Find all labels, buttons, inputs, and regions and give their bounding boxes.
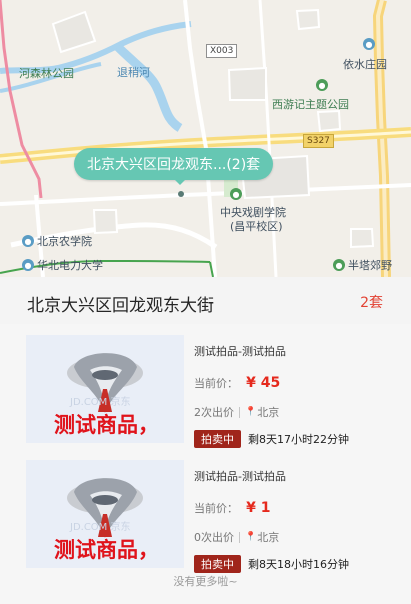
park-icon: ● [333, 259, 345, 271]
listing-count: 2套 [360, 295, 383, 311]
road-tag-x003: X003 [206, 44, 238, 58]
bid-count: 0次出价 [194, 531, 234, 544]
status-row: 拍卖中 剩8天18小时16分钟 [194, 555, 349, 573]
countdown-text: 剩8天18小时16分钟 [248, 558, 349, 571]
meta-divider [239, 531, 240, 543]
map-label-agri: 北京农学院 [37, 235, 92, 248]
location-pin-icon [178, 191, 184, 197]
map-label-river: 退稍河 [117, 66, 150, 79]
meta-row: 0次出价 📍 北京 [194, 529, 279, 545]
map-label-xiyouji: 西游记主题公园 [272, 98, 349, 111]
price-row: 当前价： ¥ 1 [194, 497, 270, 516]
auction-item[interactable]: JD.COM 京东 测试商品， 测试拍品-测试拍品 当前价： ¥ 1 0次出价 … [0, 460, 411, 573]
poi-drama-marker[interactable]: ● [230, 188, 242, 200]
item-location: 北京 [257, 531, 280, 544]
price-label: 当前价： [194, 502, 238, 515]
product-image[interactable]: JD.COM 京东 测试商品， [26, 335, 184, 443]
image-watermark: JD.COM 京东 [70, 522, 131, 533]
road-tag-s327: S327 [303, 134, 334, 148]
item-title: 测试拍品-测试拍品 [194, 470, 286, 483]
image-caption: 测试商品， [54, 412, 159, 437]
current-price: ¥ 45 [246, 375, 281, 391]
item-title: 测试拍品-测试拍品 [194, 345, 286, 358]
location-icon: 📍 [245, 407, 257, 417]
countdown-text: 剩8天17小时22分钟 [248, 433, 349, 446]
current-price: ¥ 1 [246, 500, 271, 516]
location-icon: 📍 [245, 532, 257, 542]
hotel-icon: ● [363, 38, 375, 50]
auction-item[interactable]: JD.COM 京东 测试商品， 测试拍品-测试拍品 当前价： ¥ 45 2次出价… [0, 335, 411, 448]
price-label: 当前价： [194, 377, 238, 390]
item-location: 北京 [257, 406, 280, 419]
image-caption: 测试商品， [54, 537, 159, 562]
no-more-text: 没有更多啦~ [173, 575, 238, 588]
location-bubble[interactable]: 北京大兴区回龙观东...(2)套 [74, 148, 274, 180]
map-label-power: 华北电力大学 [37, 259, 103, 272]
auction-status-badge: 拍卖中 [194, 430, 241, 448]
image-watermark: JD.COM 京东 [70, 397, 131, 408]
bid-count: 2次出价 [194, 406, 234, 419]
map-label-yishui: 依水庄园 [343, 58, 387, 71]
auction-status-badge: 拍卖中 [194, 555, 241, 573]
park-icon: ● [316, 79, 328, 91]
status-row: 拍卖中 剩8天17小时22分钟 [194, 430, 349, 448]
list-header: 北京大兴区回龙观东大街 2套 [0, 277, 411, 324]
meta-row: 2次出价 📍 北京 [194, 404, 279, 420]
map-view[interactable]: X003 S327 河森林公园 退稍河 ● 依水庄园 ● 西游记主题公园 ● ●… [0, 0, 411, 277]
poi-xiyouji[interactable]: ● [316, 79, 328, 91]
school-icon: ● [230, 188, 242, 200]
poi-yishui[interactable]: ● [363, 38, 375, 50]
poi-power[interactable]: ● 华北电力大学 [22, 257, 103, 273]
price-row: 当前价： ¥ 45 [194, 372, 280, 391]
school-icon: ● [22, 235, 34, 247]
map-label-drama-campus: (昌平校区) [230, 220, 283, 233]
poi-agri[interactable]: ● 北京农学院 [22, 233, 92, 249]
poi-banta[interactable]: ● 半塔郊野 [333, 257, 392, 273]
auction-list: JD.COM 京东 测试商品， 测试拍品-测试拍品 当前价： ¥ 45 2次出价… [0, 324, 411, 604]
map-label-forest-park: 河森林公园 [19, 67, 74, 80]
meta-divider [239, 406, 240, 418]
auction-map-page: X003 S327 河森林公园 退稍河 ● 依水庄园 ● 西游记主题公园 ● ●… [0, 0, 411, 604]
product-image[interactable]: JD.COM 京东 测试商品， [26, 460, 184, 568]
bubble-arrow [174, 179, 186, 185]
school-icon: ● [22, 259, 34, 271]
map-label-banta: 半塔郊野 [348, 259, 392, 272]
location-title: 北京大兴区回龙观东大街 [27, 296, 214, 316]
